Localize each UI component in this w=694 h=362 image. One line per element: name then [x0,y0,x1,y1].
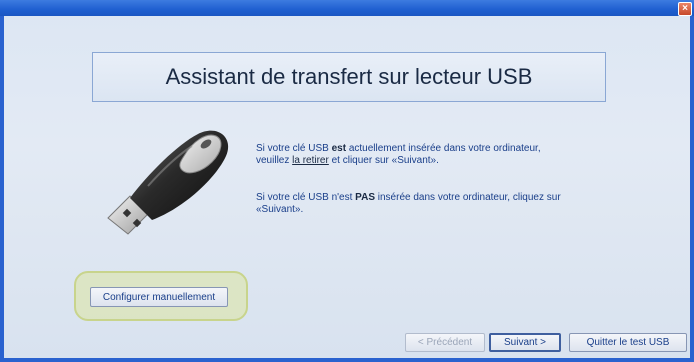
msg1-text-a: Si votre clé USB [256,143,332,154]
instruction-text-inserted: Si votre clé USB est actuellement inséré… [256,143,616,167]
instruction-text-not-inserted: Si votre clé USB n'est PAS insérée dans … [256,192,616,216]
remove-link[interactable]: la retirer [292,155,329,166]
window-border-right [690,16,694,362]
previous-button[interactable]: < Précédent [405,333,485,352]
wizard-window: × Assistant de transfert sur lecteur USB [0,0,694,362]
quit-usb-test-button[interactable]: Quitter le test USB [569,333,687,352]
msg1-bold-est: est [331,143,347,154]
title-bar: × [0,0,694,16]
window-border-left [0,16,4,362]
header-banner: Assistant de transfert sur lecteur USB [92,52,606,102]
page-title: Assistant de transfert sur lecteur USB [165,64,533,89]
next-button[interactable]: Suivant > [489,333,561,352]
msg2-text-c: «Suivant». [256,204,304,215]
msg1-text-b: actuellement insérée dans votre ordinate… [346,143,541,154]
msg1-text-d: et cliquer sur «Suivant». [328,155,439,166]
configure-manually-button[interactable]: Configurer manuellement [90,287,228,307]
msg2-text-a: Si votre clé USB n'est [256,192,356,203]
msg2-text-b: insérée dans votre ordinateur, cliquez s… [375,192,561,203]
window-border-bottom [0,358,694,362]
msg2-bold-pas: PAS [355,192,375,203]
close-icon[interactable]: × [678,2,692,16]
msg1-text-c: veuillez [256,155,293,166]
usb-drive-icon [107,130,229,235]
